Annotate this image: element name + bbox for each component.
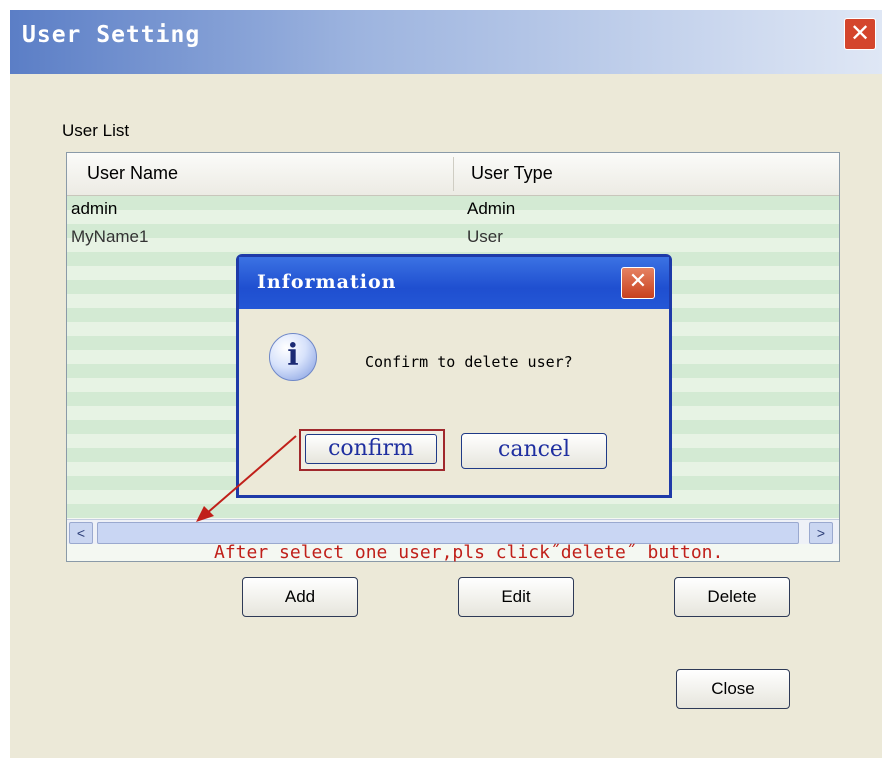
annotation-arrow — [196, 435, 297, 522]
user-setting-window: User Setting ✕ User List User Name User … — [10, 10, 882, 758]
annotation-text: After select one user,pls click˝delete˝ … — [214, 542, 724, 563]
